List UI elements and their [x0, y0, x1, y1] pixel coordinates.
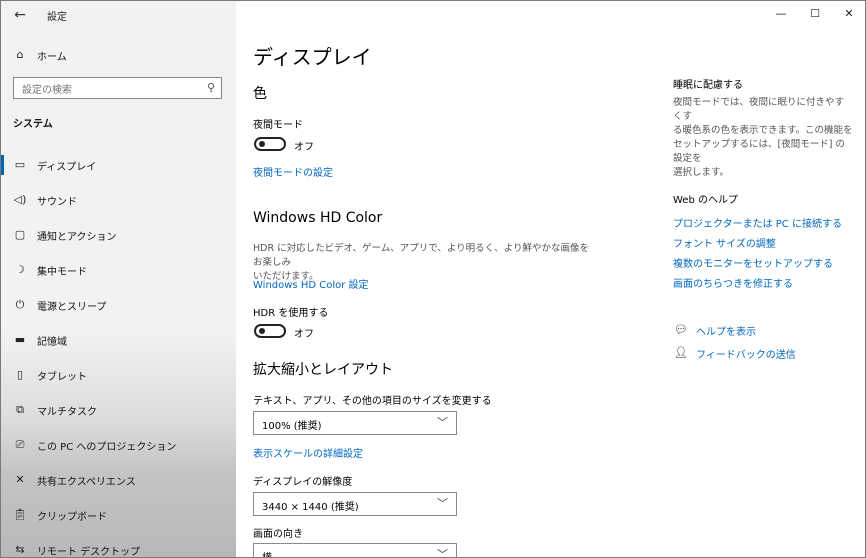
fix-flicker-link[interactable]: 画面のちらつきを修正する — [673, 275, 793, 290]
close-button[interactable]: ✕ — [834, 3, 864, 25]
sidebar-item-power[interactable]: ⏻ 電源とスリープ — [1, 290, 236, 320]
sidebar-item-projection[interactable]: ⎚ この PC へのプロジェクション — [1, 430, 236, 460]
sidebar-item-label: 通知とアクション — [37, 232, 117, 243]
sidebar-item-focus[interactable]: ☽ 集中モード — [1, 255, 236, 285]
color-heading: 色 — [253, 86, 267, 102]
sidebar-item-label: 記憶域 — [37, 337, 67, 348]
minimize-button[interactable]: — — [766, 3, 796, 25]
sidebar: ← 設定 ⌂ ホーム ⚲ システム ▭ ディスプレイ ◁) サウンド ▢ 通知と… — [1, 1, 236, 557]
tablet-icon: ▯ — [16, 368, 24, 381]
sidebar-item-label: 共有エクスペリエンス — [37, 477, 136, 488]
get-help-link[interactable]: ヘルプを表示 — [696, 323, 756, 338]
sleep-heading: 睡眠に配慮する — [673, 80, 743, 91]
search-input[interactable] — [22, 81, 202, 100]
send-feedback-link[interactable]: フィードバックの送信 — [696, 346, 796, 361]
hd-color-settings-link[interactable]: Windows HD Color 設定 — [253, 276, 369, 291]
maximize-button[interactable]: ☐ — [800, 3, 830, 25]
title-bar: ← 設定 — [1, 1, 236, 29]
night-mode-settings-link[interactable]: 夜間モードの設定 — [253, 164, 333, 179]
section-title: システム — [13, 119, 53, 130]
projection-icon: ⎚ — [15, 438, 25, 451]
toggle-knob — [259, 141, 265, 147]
sleep-description: 夜間モードでは、夜間に眠りに付きやすくす る暖色系の色を表示できます。この機能を… — [673, 96, 853, 180]
power-icon: ⏻ — [15, 298, 25, 311]
scale-dropdown[interactable]: 100% (推奨) ﹀ — [253, 411, 457, 435]
shared-icon: ✕ — [15, 473, 25, 486]
sidebar-item-sound[interactable]: ◁) サウンド — [1, 185, 236, 215]
resolution-dropdown[interactable]: 3440 × 1440 (推奨) ﹀ — [253, 492, 457, 516]
app-title: 設定 — [47, 12, 67, 23]
page-title: ディスプレイ — [253, 45, 372, 69]
sidebar-item-remote[interactable]: ⇆ リモート デスクトップ — [1, 535, 236, 557]
back-arrow-icon[interactable]: ← — [11, 6, 29, 24]
chevron-down-icon: ﹀ — [437, 497, 448, 510]
active-indicator — [1, 155, 4, 175]
search-box[interactable]: ⚲ — [13, 77, 222, 100]
hdr-use-label: HDR を使用する — [253, 308, 329, 319]
night-mode-label: 夜間モード — [253, 120, 303, 131]
sidebar-item-clipboard[interactable]: 📋︎ クリップボード — [1, 500, 236, 530]
chevron-down-icon: ﹀ — [437, 416, 448, 429]
sidebar-item-label: リモート デスクトップ — [37, 547, 141, 557]
connect-projector-link[interactable]: プロジェクターまたは PC に接続する — [673, 215, 842, 230]
sidebar-item-label: 電源とスリープ — [37, 302, 107, 313]
multitask-icon: ⧉ — [16, 403, 24, 416]
resolution-label: ディスプレイの解像度 — [253, 477, 353, 488]
settings-window: ← 設定 ⌂ ホーム ⚲ システム ▭ ディスプレイ ◁) サウンド ▢ 通知と… — [0, 0, 866, 558]
help-chat-icon: 💬︎ — [674, 323, 688, 336]
sidebar-item-storage[interactable]: ▬ 記憶域 — [1, 325, 236, 355]
size-label: テキスト、アプリ、その他の項目のサイズを変更する — [253, 396, 492, 407]
sidebar-item-label: ホーム — [37, 52, 67, 63]
sleep-description-line: セットアップするには、[夜間モード] の設定を — [673, 139, 845, 164]
window-controls: — ☐ ✕ — [236, 1, 865, 29]
scale-value: 100% (推奨) — [262, 421, 322, 432]
sidebar-item-label: この PC へのプロジェクション — [37, 442, 177, 453]
sidebar-item-label: マルチタスク — [37, 407, 97, 418]
speaker-icon: ◁) — [13, 193, 27, 206]
notification-icon: ▢ — [14, 228, 26, 241]
search-icon[interactable]: ⚲ — [207, 81, 215, 94]
sidebar-item-notifications[interactable]: ▢ 通知とアクション — [1, 220, 236, 250]
sidebar-item-label: ディスプレイ — [37, 162, 97, 173]
sleep-description-line: 夜間モードでは、夜間に眠りに付きやすくす — [673, 97, 845, 122]
font-size-link[interactable]: フォント サイズの調整 — [673, 235, 776, 250]
remote-icon: ⇆ — [15, 543, 25, 556]
multiple-monitors-link[interactable]: 複数のモニターをセットアップする — [673, 255, 833, 270]
resolution-value: 3440 × 1440 (推奨) — [262, 502, 359, 513]
monitor-icon: ▭ — [14, 158, 26, 171]
hdr-description-line: HDR に対応したビデオ、ゲーム、アプリで、より明るく、より鮮やかな画像をお楽し… — [253, 243, 589, 268]
orientation-value: 横 — [262, 549, 272, 557]
web-help-heading: Web のヘルプ — [673, 195, 738, 206]
clipboard-icon: 📋︎ — [13, 508, 27, 521]
night-mode-toggle[interactable] — [254, 137, 286, 151]
sidebar-item-multitask[interactable]: ⧉ マルチタスク — [1, 395, 236, 425]
sidebar-item-label: クリップボード — [37, 512, 107, 523]
sidebar-item-shared[interactable]: ✕ 共有エクスペリエンス — [1, 465, 236, 495]
hdr-toggle[interactable] — [254, 324, 286, 338]
sidebar-item-tablet[interactable]: ▯ タブレット — [1, 360, 236, 390]
toggle-knob — [259, 328, 265, 334]
sidebar-item-home[interactable]: ⌂ ホーム — [1, 43, 236, 67]
scale-heading: 拡大縮小とレイアウト — [253, 362, 393, 378]
sleep-description-line: 選択します。 — [673, 167, 730, 178]
chevron-down-icon: ﹀ — [437, 548, 448, 558]
hdr-state: オフ — [294, 329, 314, 340]
sleep-description-line: る暖色系の色を表示できます。この機能を — [673, 125, 853, 136]
feedback-icon: 👤︎ — [674, 346, 688, 359]
orientation-label: 画面の向き — [253, 529, 303, 540]
advanced-scale-link[interactable]: 表示スケールの詳細設定 — [253, 445, 363, 460]
sidebar-item-display[interactable]: ▭ ディスプレイ — [1, 150, 236, 180]
storage-icon: ▬ — [14, 333, 26, 346]
sidebar-item-label: タブレット — [37, 372, 87, 383]
sidebar-item-label: サウンド — [37, 197, 77, 208]
hdr-heading: Windows HD Color — [253, 210, 383, 226]
night-mode-state: オフ — [294, 142, 314, 153]
sidebar-item-label: 集中モード — [37, 267, 87, 278]
home-icon: ⌂ — [16, 48, 24, 61]
orientation-dropdown[interactable]: 横 ﹀ — [253, 543, 457, 558]
moon-icon: ☽ — [15, 263, 25, 276]
